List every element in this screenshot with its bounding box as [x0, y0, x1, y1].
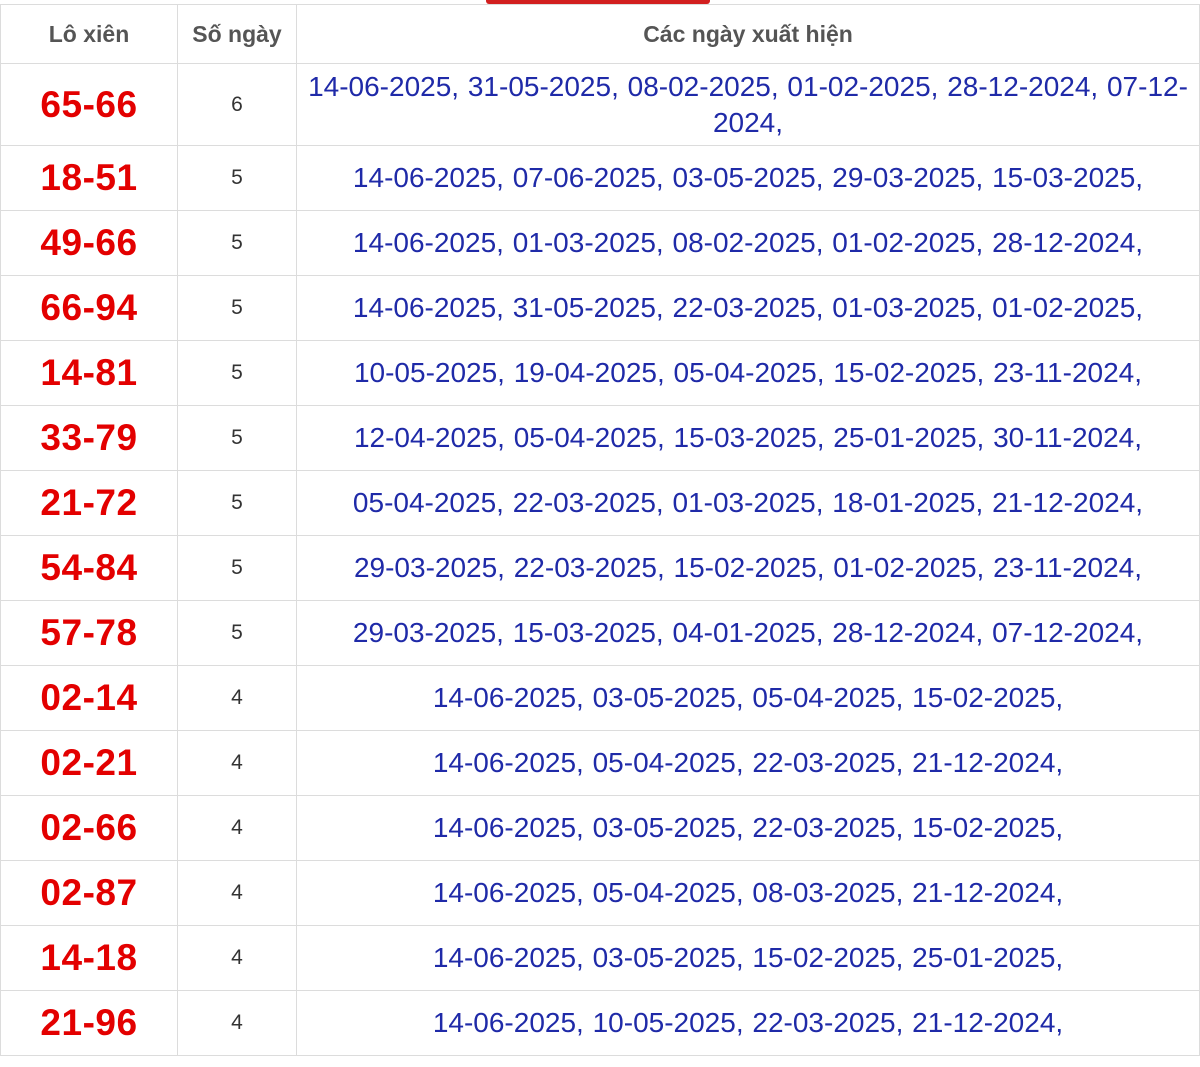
- dates-cell: 10-05-2025, 19-04-2025, 05-04-2025, 15-0…: [296, 340, 1200, 406]
- pair-cell: 02-14: [0, 665, 178, 731]
- dates-cell: 14-06-2025, 01-03-2025, 08-02-2025, 01-0…: [296, 210, 1200, 276]
- pair-cell: 02-87: [0, 860, 178, 926]
- pair-cell: 21-96: [0, 990, 178, 1056]
- dates-cell: 29-03-2025, 15-03-2025, 04-01-2025, 28-1…: [296, 600, 1200, 666]
- dates-cell: 14-06-2025, 03-05-2025, 15-02-2025, 25-0…: [296, 925, 1200, 991]
- table-row: 54-84 5 29-03-2025, 22-03-2025, 15-02-20…: [0, 535, 1200, 601]
- dates-cell: 14-06-2025, 10-05-2025, 22-03-2025, 21-1…: [296, 990, 1200, 1056]
- count-cell: 4: [177, 860, 297, 926]
- pair-cell: 21-72: [0, 470, 178, 536]
- table-header-row: Lô xiên Số ngày Các ngày xuất hiện: [0, 4, 1200, 64]
- table-row: 49-66 5 14-06-2025, 01-03-2025, 08-02-20…: [0, 210, 1200, 276]
- table-row: 21-72 5 05-04-2025, 22-03-2025, 01-03-20…: [0, 470, 1200, 536]
- dates-cell: 14-06-2025, 03-05-2025, 05-04-2025, 15-0…: [296, 665, 1200, 731]
- table-row: 57-78 5 29-03-2025, 15-03-2025, 04-01-20…: [0, 600, 1200, 666]
- pair-cell: 66-94: [0, 275, 178, 341]
- pair-cell: 54-84: [0, 535, 178, 601]
- pair-cell: 02-66: [0, 795, 178, 861]
- table-row: 18-51 5 14-06-2025, 07-06-2025, 03-05-20…: [0, 145, 1200, 211]
- pair-cell: 14-81: [0, 340, 178, 406]
- table-row: 02-14 4 14-06-2025, 03-05-2025, 05-04-20…: [0, 665, 1200, 731]
- pair-cell: 33-79: [0, 405, 178, 471]
- table-row: 65-66 6 14-06-2025, 31-05-2025, 08-02-20…: [0, 63, 1200, 146]
- dates-cell: 12-04-2025, 05-04-2025, 15-03-2025, 25-0…: [296, 405, 1200, 471]
- count-cell: 4: [177, 665, 297, 731]
- count-cell: 4: [177, 730, 297, 796]
- header-dates: Các ngày xuất hiện: [296, 4, 1200, 64]
- count-cell: 4: [177, 990, 297, 1056]
- count-cell: 5: [177, 145, 297, 211]
- dates-cell: 29-03-2025, 22-03-2025, 15-02-2025, 01-0…: [296, 535, 1200, 601]
- lo-xien-table: Lô xiên Số ngày Các ngày xuất hiện 65-66…: [0, 4, 1200, 1056]
- pair-cell: 18-51: [0, 145, 178, 211]
- table-row: 02-87 4 14-06-2025, 05-04-2025, 08-03-20…: [0, 860, 1200, 926]
- table-row: 14-81 5 10-05-2025, 19-04-2025, 05-04-20…: [0, 340, 1200, 406]
- count-cell: 5: [177, 210, 297, 276]
- count-cell: 5: [177, 405, 297, 471]
- table-row: 14-18 4 14-06-2025, 03-05-2025, 15-02-20…: [0, 925, 1200, 991]
- table-row: 21-96 4 14-06-2025, 10-05-2025, 22-03-20…: [0, 990, 1200, 1056]
- count-cell: 5: [177, 340, 297, 406]
- table-row: 33-79 5 12-04-2025, 05-04-2025, 15-03-20…: [0, 405, 1200, 471]
- dates-cell: 14-06-2025, 31-05-2025, 08-02-2025, 01-0…: [296, 63, 1200, 146]
- dates-cell: 05-04-2025, 22-03-2025, 01-03-2025, 18-0…: [296, 470, 1200, 536]
- pair-cell: 65-66: [0, 63, 178, 146]
- pair-cell: 14-18: [0, 925, 178, 991]
- dates-cell: 14-06-2025, 05-04-2025, 08-03-2025, 21-1…: [296, 860, 1200, 926]
- table-row: 66-94 5 14-06-2025, 31-05-2025, 22-03-20…: [0, 275, 1200, 341]
- table-row: 02-66 4 14-06-2025, 03-05-2025, 22-03-20…: [0, 795, 1200, 861]
- dates-cell: 14-06-2025, 03-05-2025, 22-03-2025, 15-0…: [296, 795, 1200, 861]
- pair-cell: 57-78: [0, 600, 178, 666]
- header-count: Số ngày: [177, 4, 297, 64]
- count-cell: 4: [177, 925, 297, 991]
- dates-cell: 14-06-2025, 31-05-2025, 22-03-2025, 01-0…: [296, 275, 1200, 341]
- count-cell: 5: [177, 275, 297, 341]
- pair-cell: 02-21: [0, 730, 178, 796]
- table-row: 02-21 4 14-06-2025, 05-04-2025, 22-03-20…: [0, 730, 1200, 796]
- dates-cell: 14-06-2025, 05-04-2025, 22-03-2025, 21-1…: [296, 730, 1200, 796]
- count-cell: 6: [177, 63, 297, 146]
- count-cell: 4: [177, 795, 297, 861]
- pair-cell: 49-66: [0, 210, 178, 276]
- dates-cell: 14-06-2025, 07-06-2025, 03-05-2025, 29-0…: [296, 145, 1200, 211]
- count-cell: 5: [177, 470, 297, 536]
- count-cell: 5: [177, 535, 297, 601]
- header-pair: Lô xiên: [0, 4, 178, 64]
- count-cell: 5: [177, 600, 297, 666]
